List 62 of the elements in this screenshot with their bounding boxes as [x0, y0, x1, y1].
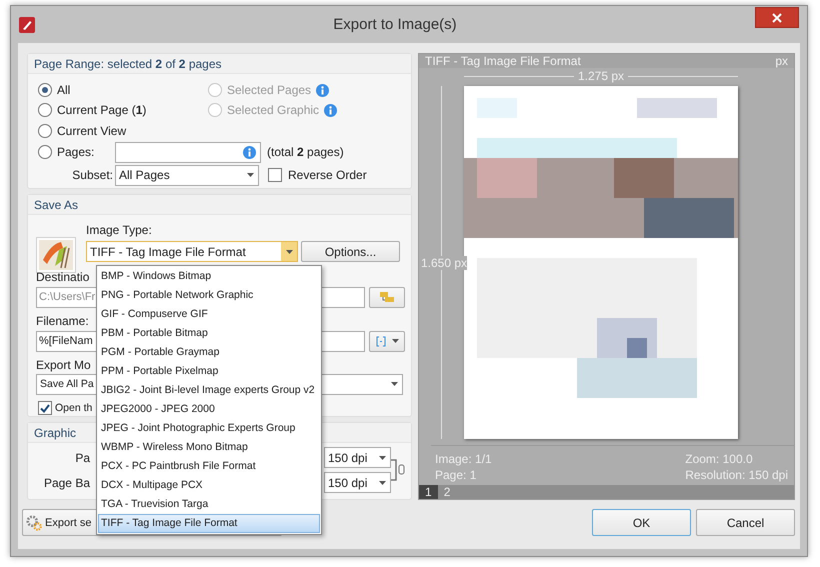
- graphic-row-label: Pa: [75, 450, 90, 465]
- open-checkbox[interactable]: Open th: [38, 401, 92, 416]
- resolution-dropdown[interactable]: 150 dpi: [324, 447, 391, 468]
- page-tab[interactable]: 1: [419, 485, 438, 499]
- image-type-option[interactable]: JBIG2 - Joint Bi-level Image experts Group v2: [98, 381, 320, 400]
- close-button[interactable]: [755, 7, 799, 28]
- image-type-option[interactable]: PNG - Portable Network Graphic: [98, 286, 320, 305]
- browse-button[interactable]: [369, 286, 405, 308]
- reverse-order-checkbox[interactable]: Reverse Order: [268, 168, 367, 182]
- image-type-option[interactable]: GIF - Compuserve GIF: [98, 305, 320, 324]
- radio-option[interactable]: Pages:: [38, 145, 94, 159]
- zoom-info: Zoom: 100.0: [685, 452, 754, 466]
- info-icon: [243, 146, 256, 158]
- image-type-label: Image Type:: [86, 223, 152, 238]
- folder-icon: [380, 291, 394, 304]
- check-icon: [40, 404, 50, 413]
- export-mode-label: Export Mo: [36, 358, 91, 372]
- height-label: 1.650 px: [421, 256, 468, 270]
- caret-icon: [378, 456, 386, 460]
- image-type-option[interactable]: PBM - Portable Bitmap: [98, 324, 320, 343]
- options-button[interactable]: Options...: [301, 241, 400, 262]
- caret-icon: [378, 480, 386, 485]
- caret-icon: [392, 339, 398, 344]
- image-type-option[interactable]: BMP - Windows Bitmap: [98, 267, 320, 286]
- resolution-info: Resolution: 150 dpi: [685, 468, 788, 482]
- dialog-button[interactable]: Cancel: [696, 509, 795, 536]
- subset-dropdown[interactable]: All Pages: [115, 164, 259, 186]
- subset-label: Subset:: [72, 168, 113, 182]
- preview-format: TIFF - Tag Image File Format: [425, 54, 581, 68]
- page-info: Page: 1: [435, 468, 478, 482]
- filename-label: Filename:: [36, 314, 89, 328]
- dialog-button[interactable]: OK: [592, 509, 691, 536]
- image-type-option[interactable]: PPM - Portable Pixelmap: [98, 362, 320, 381]
- resolution-dropdown[interactable]: 150 dpi: [324, 472, 391, 494]
- image-type-option[interactable]: PGM - Portable Graymap: [98, 343, 320, 362]
- app-icon: [19, 16, 35, 32]
- unit-label: px: [775, 54, 788, 68]
- pages-field[interactable]: [115, 142, 261, 162]
- macro-button[interactable]: [369, 330, 405, 352]
- destination-label: Destinatio: [36, 270, 90, 284]
- brackets-icon: [376, 336, 386, 347]
- image-type-option[interactable]: PCX - PC Paintbrush File Format: [98, 457, 320, 476]
- radio-option[interactable]: All: [38, 83, 70, 97]
- caret-icon: [286, 250, 292, 254]
- gears-icon: [26, 514, 42, 530]
- image-info: Image: 1/1: [435, 452, 492, 466]
- window-title: Export to Image(s): [332, 16, 458, 33]
- image-type-option[interactable]: TIFF - Tag Image File Format: [98, 514, 320, 533]
- width-label: 1.275 px: [578, 69, 624, 83]
- image-type-option[interactable]: JPEG2000 - JPEG 2000: [98, 400, 320, 419]
- close-icon: [772, 12, 782, 22]
- radio-option[interactable]: Current View: [38, 124, 126, 138]
- pages-total: (total 2 pages): [267, 145, 344, 159]
- radio-option[interactable]: Current Page (1): [38, 103, 146, 117]
- group-title: Save As: [28, 195, 411, 216]
- image-type-option[interactable]: DCX - Multipage PCX: [98, 476, 320, 495]
- group-title: Page Range: selected 2 of 2 pages: [28, 54, 411, 74]
- image-type-option[interactable]: TGA - Truevision Targa: [98, 495, 320, 514]
- graphic-row-label: Page Ba: [44, 476, 90, 490]
- caret-icon: [390, 382, 398, 386]
- caret-icon: [246, 173, 254, 177]
- image-type-dropdown[interactable]: TIFF - Tag Image File Format: [86, 241, 298, 262]
